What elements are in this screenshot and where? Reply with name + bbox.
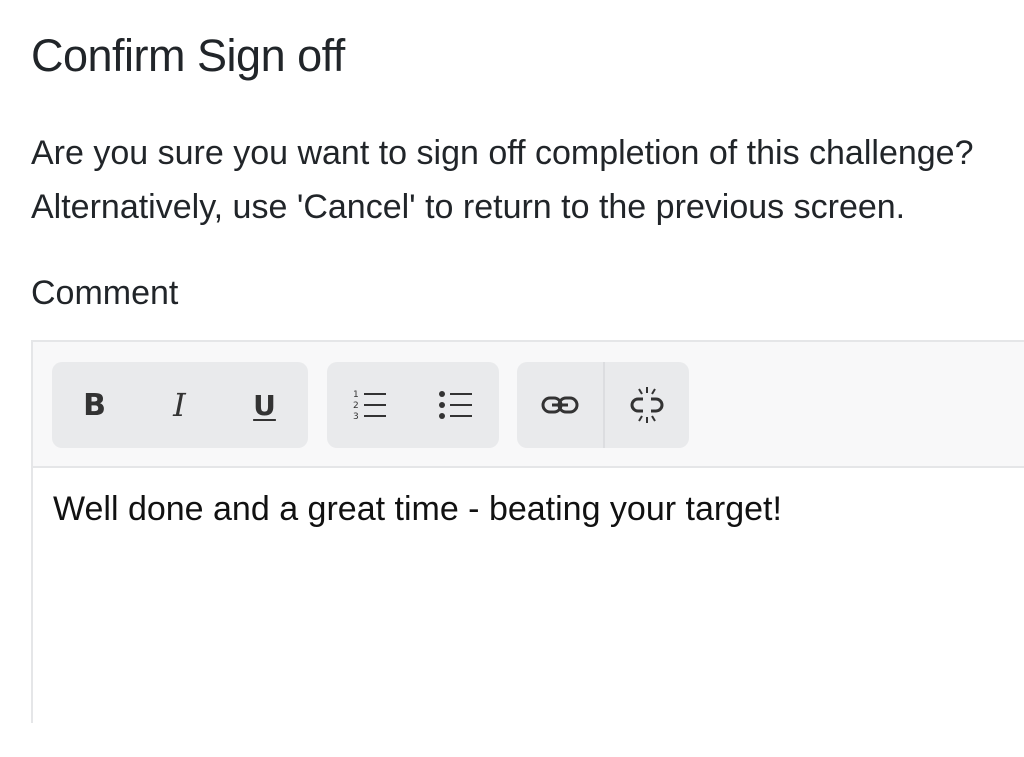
comment-label: Comment bbox=[31, 274, 179, 312]
confirm-sign-off-dialog: Confirm Sign off Are you sure you want t… bbox=[0, 0, 1024, 757]
comment-editor: B I U 1 2 3 Well done and a great time -… bbox=[31, 340, 1024, 723]
bullet-list-icon bbox=[439, 391, 472, 419]
underline-icon: U bbox=[253, 388, 276, 422]
link-button[interactable] bbox=[517, 362, 603, 448]
svg-text:3: 3 bbox=[353, 412, 359, 422]
unlink-icon bbox=[630, 387, 664, 423]
page-title: Confirm Sign off bbox=[31, 30, 345, 81]
svg-text:2: 2 bbox=[353, 401, 359, 411]
svg-text:1: 1 bbox=[353, 390, 359, 400]
bold-button[interactable]: B bbox=[52, 362, 137, 448]
bold-icon: B bbox=[83, 387, 106, 423]
list-button-group: 1 2 3 bbox=[327, 362, 499, 448]
link-button-group bbox=[517, 362, 689, 448]
underline-button[interactable]: U bbox=[222, 362, 307, 448]
comment-input[interactable]: Well done and a great time - beating you… bbox=[53, 490, 782, 529]
link-icon bbox=[541, 396, 579, 414]
ordered-list-icon: 1 2 3 bbox=[353, 390, 386, 422]
italic-button[interactable]: I bbox=[137, 362, 222, 448]
italic-icon: I bbox=[173, 386, 186, 424]
ordered-list-button[interactable]: 1 2 3 bbox=[327, 362, 413, 448]
editor-toolbar: B I U 1 2 3 bbox=[33, 342, 1024, 468]
message-line-1: Are you sure you want to sign off comple… bbox=[31, 134, 974, 172]
confirmation-message: Are you sure you want to sign off comple… bbox=[31, 126, 993, 234]
message-line-2: Alternatively, use 'Cancel' to return to… bbox=[31, 188, 906, 226]
format-button-group: B I U bbox=[52, 362, 308, 448]
unlink-button[interactable] bbox=[603, 362, 689, 448]
bullet-list-button[interactable] bbox=[413, 362, 499, 448]
